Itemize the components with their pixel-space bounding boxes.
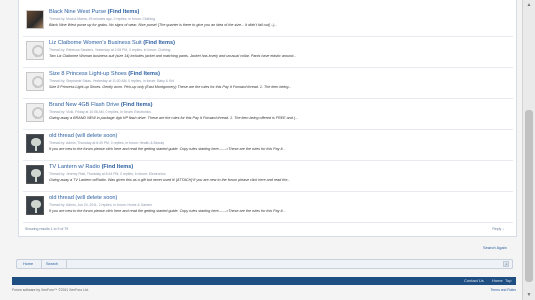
thread-title-link[interactable]: Liz Claiborne Women's Business Suit xyxy=(49,40,142,46)
jump-to-icon[interactable]: ↗ xyxy=(503,261,509,267)
footer-contact-link[interactable]: Contact Us xyxy=(464,278,484,283)
thread-snippet: Size 8 Princess Light-up Shoes. Gently w… xyxy=(49,85,292,89)
avatar-placeholder-icon[interactable] xyxy=(26,134,44,153)
thread-title-link[interactable]: Brand New 4GB Flash Drive xyxy=(49,102,119,108)
thread-title-link[interactable]: old thread (will delete soon) xyxy=(49,195,117,201)
thread-title-link[interactable]: TV Lantern w/ Radio xyxy=(49,164,100,170)
page: Black Nine West Purse (Find Items) Thread… xyxy=(0,0,522,300)
footer-home-link[interactable]: Home xyxy=(492,278,503,283)
search-results-list: Black Nine West Purse (Find Items) Thread… xyxy=(18,0,517,237)
thread-result-row[interactable]: old thread (will delete soon) Thread by: … xyxy=(23,132,513,161)
breadcrumb-separator xyxy=(41,260,42,268)
thread-result-row[interactable]: Liz Claiborne Women's Business Suit (Fin… xyxy=(23,39,513,68)
thread-title: old thread (will delete soon) xyxy=(49,194,117,202)
thread-title: TV Lantern w/ Radio (Find Items) xyxy=(49,163,133,171)
row-divider xyxy=(23,67,513,68)
thread-snippet: Giving away a TV Lantern w/Radio. Was gi… xyxy=(49,178,291,182)
scroll-up-arrow-icon[interactable]: ▲ xyxy=(525,2,533,8)
reply-link[interactable]: Reply ↓ xyxy=(492,227,504,231)
thread-title-link[interactable]: Size 8 Princess Light-up Shoes xyxy=(49,71,127,77)
find-items-link[interactable]: (Find Items) xyxy=(121,102,153,108)
breadcrumb-separator xyxy=(66,260,67,268)
thread-snippet: Giving away a BRAND NEW in package 4gb H… xyxy=(49,116,299,120)
find-items-link[interactable]: (Find Items) xyxy=(143,40,175,46)
avatar-placeholder-icon[interactable] xyxy=(26,165,44,184)
thread-title: Brand New 4GB Flash Drive (Find Items) xyxy=(49,101,153,109)
item-thumbnail[interactable] xyxy=(26,10,44,29)
search-again-link[interactable]: Search Again xyxy=(483,245,507,250)
copyright-text: Forum software by XenForo™ ©2011 XenForo… xyxy=(12,288,89,292)
footer-bar: Contact Us Home Top xyxy=(12,277,516,285)
thread-meta: Thread by: Vicki, Friday at 10:06 AM, 0 … xyxy=(49,110,151,114)
find-items-link[interactable]: (Find Items) xyxy=(108,9,140,15)
thread-meta: Thread by: Admin, Thursday at 6:49 PM, 0… xyxy=(49,141,165,145)
breadcrumb: Home Search ↗ xyxy=(16,259,513,269)
thread-title: old thread (will delete soon) xyxy=(49,132,117,140)
thread-title-link[interactable]: Black Nine West Purse xyxy=(49,9,106,15)
thread-meta: Thread by: Jeremy Platt, Thursday at 8:4… xyxy=(49,172,166,176)
thread-meta: Thread by: Admin, Jun 24, 2011, 2 replie… xyxy=(49,203,153,207)
thread-title: Black Nine West Purse (Find Items) xyxy=(49,8,139,16)
thread-snippet: If you are new to the forum please click… xyxy=(49,147,286,151)
avatar-placeholder-icon[interactable] xyxy=(26,103,44,122)
row-divider xyxy=(23,160,513,161)
vertical-scrollbar[interactable]: ▲ ▼ xyxy=(522,0,535,300)
thread-result-row[interactable]: Black Nine West Purse (Find Items) Thread… xyxy=(23,8,513,37)
thread-title-link[interactable]: old thread (will delete soon) xyxy=(49,133,117,139)
thread-meta: Thread by: Stephanie Salas, Yesterday at… xyxy=(49,79,174,83)
avatar-placeholder-icon[interactable] xyxy=(26,41,44,60)
thread-result-row[interactable]: Brand New 4GB Flash Drive (Find Items) Th… xyxy=(23,101,513,130)
thread-snippet: Black Nine West purse up for grabs. No s… xyxy=(49,23,278,27)
find-items-link[interactable]: (Find Items) xyxy=(128,71,160,77)
row-divider xyxy=(23,191,513,192)
results-count: Showing results 1 to 9 of 79 xyxy=(25,227,69,231)
avatar-placeholder-icon[interactable] xyxy=(26,196,44,215)
row-divider xyxy=(23,222,513,223)
footer-top-link[interactable]: Top xyxy=(505,278,511,283)
thread-snippet: Two Liz Claiborne Woman business suit (s… xyxy=(49,54,297,58)
terms-link[interactable]: Terms and Rules xyxy=(491,288,516,292)
row-divider xyxy=(23,129,513,130)
thread-result-row[interactable]: old thread (will delete soon) Thread by: … xyxy=(23,194,513,223)
thread-snippet: If you are new to the forum please click… xyxy=(49,209,286,213)
scrollbar-thumb[interactable] xyxy=(525,110,533,282)
thread-result-row[interactable]: Size 8 Princess Light-up Shoes (Find Ite… xyxy=(23,70,513,99)
thread-title: Liz Claiborne Women's Business Suit (Fin… xyxy=(49,39,175,47)
row-divider xyxy=(23,98,513,99)
find-items-link[interactable]: (Find Items) xyxy=(102,164,134,170)
thread-meta: Thread by: Mocha Mama, 49 minutes ago, 0… xyxy=(49,17,155,21)
scroll-down-arrow-icon[interactable]: ▼ xyxy=(525,292,533,298)
breadcrumb-home[interactable]: Home xyxy=(23,262,33,266)
avatar-placeholder-icon[interactable] xyxy=(26,72,44,91)
thread-meta: Thread by: Rebecca Sanders, Yesterday at… xyxy=(49,48,171,52)
breadcrumb-search[interactable]: Search xyxy=(46,262,58,266)
thread-title: Size 8 Princess Light-up Shoes (Find Ite… xyxy=(49,70,160,78)
thread-result-row[interactable]: TV Lantern w/ Radio (Find Items) Thread b… xyxy=(23,163,513,192)
row-divider xyxy=(23,36,513,37)
